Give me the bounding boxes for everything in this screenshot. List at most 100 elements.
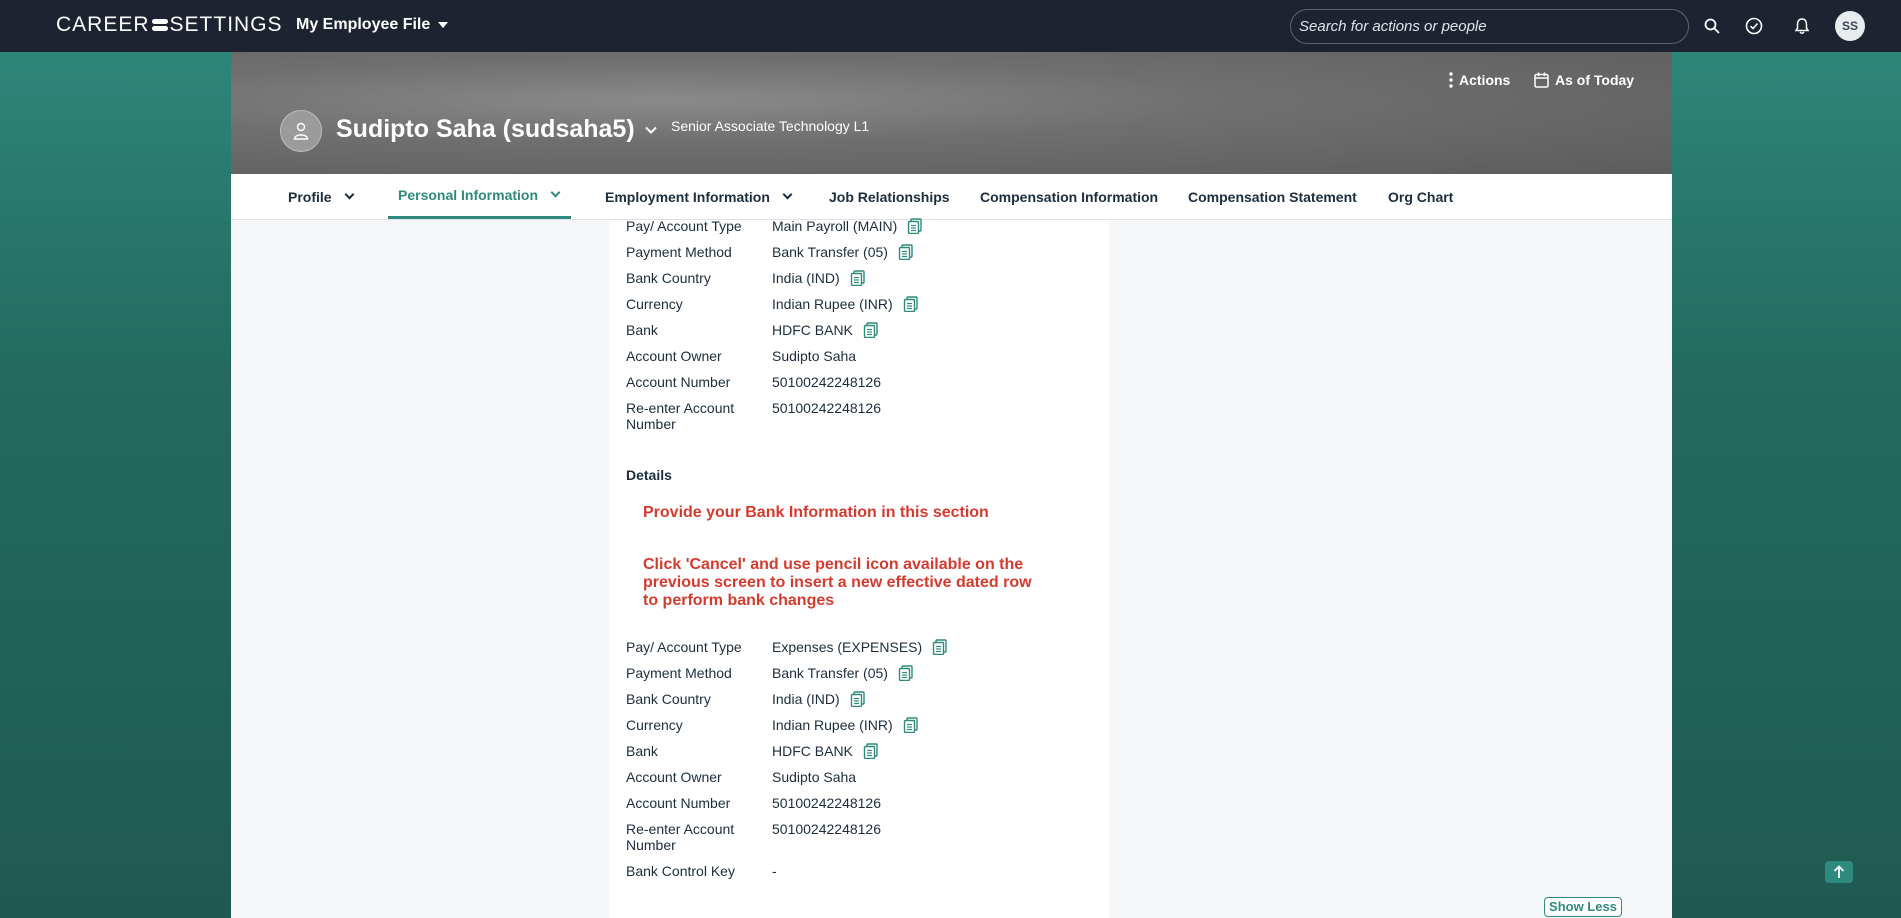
search-icon[interactable] (1700, 14, 1724, 38)
details-heading: Details (626, 467, 672, 483)
field-value: Indian Rupee (INR) (772, 717, 893, 733)
document-icon[interactable] (898, 665, 914, 682)
app-menu-label: My Employee File (296, 16, 431, 33)
logo-text-left: CAREER (56, 13, 150, 36)
tab-employment-information[interactable]: Employment Information (595, 174, 801, 219)
field-label: Payment Method (626, 244, 732, 260)
field-label: Payment Method (626, 665, 732, 681)
chevron-down-icon[interactable] (550, 187, 561, 198)
chevron-down-icon (644, 126, 657, 134)
field-label: Bank (626, 743, 658, 759)
field-row: Account Number 50100242248126 (626, 795, 1096, 811)
field-row: Account Owner Sudipto Saha (626, 348, 1096, 364)
field-row: Pay/ Account Type Main Payroll (MAIN) (626, 218, 1096, 235)
field-value: Indian Rupee (INR) (772, 296, 893, 312)
tab-label: Personal Information (398, 187, 539, 203)
tab-label: Org Chart (1388, 188, 1454, 205)
field-value: India (IND) (772, 270, 840, 286)
bank-change-instructions: Click 'Cancel' and use pencil icon avail… (643, 556, 1032, 609)
profile-header: Actions As of Today Sudipto Saha (sudsah… (231, 52, 1672, 174)
tab-profile[interactable]: Profile (278, 174, 363, 219)
field-label: Account Owner (626, 348, 722, 364)
calendar-icon (1534, 72, 1549, 88)
document-icon[interactable] (863, 743, 879, 760)
tab-org-chart[interactable]: Org Chart (1378, 174, 1463, 219)
field-value: 50100242248126 (772, 795, 882, 811)
field-row: Payment Method Bank Transfer (05) (626, 244, 1096, 261)
field-value: Sudipto Saha (772, 348, 857, 364)
document-icon[interactable] (850, 691, 866, 708)
tab-compensation-information[interactable]: Compensation Information (970, 174, 1168, 219)
person-job-title: Senior Associate Technology L1 (671, 118, 870, 134)
as-of-date-button[interactable]: As of Today (1534, 72, 1634, 88)
document-icon[interactable] (903, 717, 919, 734)
field-row: Account Number 50100242248126 (626, 374, 1096, 390)
more-vertical-icon (1449, 72, 1453, 88)
field-label: Bank Control Key (626, 863, 735, 879)
tab-compensation-statement[interactable]: Compensation Statement (1178, 174, 1367, 219)
field-label: Account Owner (626, 769, 722, 785)
bank-info-notice: Provide your Bank Information in this se… (643, 504, 989, 521)
tab-label: Profile (288, 188, 332, 205)
payment-info-card: Pay/ Account Type Main Payroll (MAIN) Pay… (609, 218, 1109, 918)
app-menu-button[interactable]: My Employee File (296, 16, 449, 34)
field-row: Re-enter Account Number 50100242248126 (626, 400, 1096, 432)
person-name-menu[interactable]: Sudipto Saha (sudsaha5) (336, 115, 657, 144)
field-value: HDFC BANK (772, 322, 853, 338)
scroll-to-top-button[interactable] (1825, 861, 1853, 883)
tab-label: Compensation Information (980, 188, 1159, 205)
chevron-down-icon[interactable] (344, 189, 355, 199)
field-label: Re-enter Account Number (626, 821, 735, 853)
field-label: Account Number (626, 795, 731, 811)
employee-file-page: Actions As of Today Sudipto Saha (sudsah… (231, 52, 1672, 918)
field-label: Bank Country (626, 270, 711, 286)
document-icon[interactable] (850, 270, 866, 287)
company-logo[interactable]: CAREER SETTINGS (56, 13, 283, 37)
tab-label: Compensation Statement (1188, 188, 1357, 205)
logo-mark-icon (151, 19, 168, 31)
field-value: 50100242248126 (772, 400, 882, 416)
search-input[interactable] (1290, 9, 1689, 44)
document-icon[interactable] (898, 244, 914, 261)
field-label: Currency (626, 296, 683, 312)
field-label: Account Number (626, 374, 731, 390)
field-row: Account Owner Sudipto Saha (626, 769, 1096, 785)
field-row: Bank Country India (IND) (626, 691, 1096, 708)
field-label: Bank Country (626, 691, 711, 707)
field-row: Pay/ Account Type Expenses (EXPENSES) (626, 639, 1096, 656)
tab-personal-information[interactable]: Personal Information (388, 174, 571, 219)
field-row: Bank Country India (IND) (626, 270, 1096, 287)
show-less-button[interactable]: Show Less (1544, 897, 1622, 917)
field-row: Re-enter Account Number 50100242248126 (626, 821, 1096, 853)
field-label: Re-enter Account Number (626, 400, 735, 432)
user-avatar[interactable]: SS (1835, 11, 1865, 41)
field-value: Bank Transfer (05) (772, 244, 888, 260)
field-value: Expenses (EXPENSES) (772, 639, 923, 655)
field-label: Bank (626, 322, 658, 338)
section-tabs: Profile Personal Information Employment … (231, 174, 1672, 220)
person-avatar (280, 110, 322, 152)
actions-label: Actions (1459, 72, 1511, 88)
field-row: Bank HDFC BANK (626, 322, 1096, 339)
caret-down-icon (438, 22, 449, 28)
field-value: India (IND) (772, 691, 840, 707)
tab-job-relationships[interactable]: Job Relationships (819, 174, 960, 219)
actions-button[interactable]: Actions (1449, 72, 1510, 88)
logo-text-right: SETTINGS (169, 13, 283, 36)
field-row: Payment Method Bank Transfer (05) (626, 665, 1096, 682)
bell-icon[interactable] (1790, 14, 1814, 38)
check-circle-icon[interactable] (1742, 14, 1766, 38)
document-icon[interactable] (907, 218, 923, 235)
field-row: Bank Control Key - (626, 863, 1096, 879)
person-icon (293, 122, 309, 140)
field-value: 50100242248126 (772, 374, 882, 390)
tab-label: Job Relationships (829, 188, 950, 205)
document-icon[interactable] (863, 322, 879, 339)
field-row: Bank HDFC BANK (626, 743, 1096, 760)
chevron-down-icon[interactable] (782, 189, 793, 199)
tab-label: Employment Information (605, 188, 770, 205)
field-value: HDFC BANK (772, 743, 853, 759)
field-value: Bank Transfer (05) (772, 665, 888, 681)
document-icon[interactable] (932, 639, 948, 656)
document-icon[interactable] (903, 296, 919, 313)
